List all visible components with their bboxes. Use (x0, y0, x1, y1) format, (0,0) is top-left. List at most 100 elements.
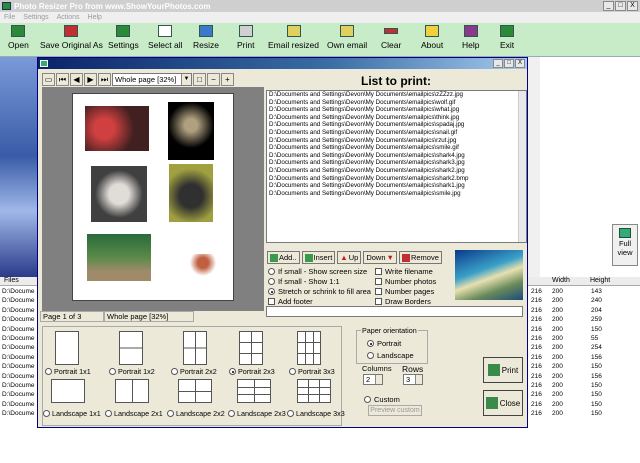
list-item[interactable]: D:\Documents and Settings\Devon\My Docum… (267, 159, 526, 167)
radio-portrait-2x2[interactable]: Portrait 2x2 (171, 367, 217, 376)
minimize-button[interactable]: _ (603, 1, 614, 11)
radio-landscape-2x1[interactable]: Landscape 2x1 (105, 409, 163, 418)
option-number-photos[interactable]: Number photos (375, 277, 436, 286)
radio-landscape-2x2-dot[interactable] (167, 410, 174, 417)
table-row[interactable]: D:\Docume (2, 390, 35, 399)
dialog-minimize-button[interactable]: _ (493, 59, 503, 68)
open-button[interactable]: Open (8, 25, 29, 50)
list-item[interactable]: D:\Documents and Settings\Devon\My Docum… (267, 99, 526, 107)
remove-button[interactable]: Remove (398, 251, 442, 264)
zoom-select[interactable]: Whole page [32%] ▼ (112, 72, 192, 86)
radio-orientation-portrait[interactable] (367, 340, 374, 347)
radio-show-1to1[interactable] (268, 278, 275, 285)
table-row[interactable]: D:\Docume (2, 334, 35, 343)
option-show-screen-size[interactable]: If small - Show screen size (268, 267, 367, 276)
table-row[interactable]: D:\Docume (2, 315, 35, 324)
add-button[interactable]: Add.. (267, 251, 300, 264)
layout-preview-portrait-1x2[interactable] (119, 331, 143, 365)
checkbox-number-photos[interactable] (375, 278, 382, 285)
list-item[interactable]: D:\Documents and Settings\Devon\My Docum… (267, 91, 526, 99)
layout-preview-landscape-2x2[interactable] (178, 379, 212, 403)
option-draw-borders[interactable]: Draw Borders (375, 297, 431, 306)
email-resized-button[interactable]: Email resized (268, 25, 319, 50)
own-email-button[interactable]: Own email (327, 25, 367, 50)
whole-page-icon[interactable]: □ (193, 72, 206, 86)
list-item[interactable]: D:\Documents and Settings\Devon\My Docum… (267, 175, 526, 183)
layout-preview-landscape-1x1[interactable] (51, 379, 85, 403)
rows-spinner[interactable]: 3 (403, 374, 423, 385)
radio-landscape-2x1-dot[interactable] (105, 410, 112, 417)
table-row[interactable]: D:\Docume (2, 287, 35, 296)
radio-landscape-1x1[interactable]: Landscape 1x1 (43, 409, 101, 418)
layout-preview-portrait-1x1[interactable] (55, 331, 79, 365)
resize-button[interactable]: Resize (193, 25, 219, 50)
dialog-close-button[interactable]: X (515, 59, 525, 68)
option-stretch[interactable]: Stretch or schrink to fill area (268, 287, 371, 296)
radio-portrait-2x3-dot[interactable] (229, 368, 236, 375)
radio-custom[interactable] (364, 396, 371, 403)
table-row[interactable]: D:\Docume (2, 343, 35, 352)
maximize-button[interactable]: □ (615, 1, 626, 11)
print-list[interactable]: D:\Documents and Settings\Devon\My Docum… (266, 90, 527, 243)
orientation-portrait[interactable]: Portrait (367, 339, 401, 348)
print-dialog-close-button[interactable]: Close (483, 390, 523, 416)
select-all-button[interactable]: Select all (148, 25, 183, 50)
list-scrollbar[interactable] (518, 91, 526, 242)
list-item[interactable]: D:\Documents and Settings\Devon\My Docum… (267, 182, 526, 190)
layout-preview-landscape-3x3[interactable] (297, 379, 331, 403)
files-col-header[interactable]: Files (4, 277, 19, 284)
table-row[interactable]: D:\Docume (2, 381, 35, 390)
radio-portrait-1x1[interactable]: Portrait 1x1 (45, 367, 91, 376)
table-row[interactable]: D:\Docume (2, 325, 35, 334)
radio-landscape-3x3-dot[interactable] (287, 410, 294, 417)
layout-preview-portrait-2x2[interactable] (183, 331, 207, 365)
option-write-filename[interactable]: Write filename (375, 267, 433, 276)
radio-portrait-1x2-dot[interactable] (109, 368, 116, 375)
settings-button[interactable]: Settings (108, 25, 139, 50)
menu-settings[interactable]: Settings (23, 14, 48, 21)
radio-portrait-1x2[interactable]: Portrait 1x2 (109, 367, 155, 376)
up-button[interactable]: ▲ Up (337, 251, 362, 264)
list-item[interactable]: D:\Documents and Settings\Devon\My Docum… (267, 129, 526, 137)
print-preview-area[interactable] (42, 87, 264, 311)
radio-portrait-3x3-dot[interactable] (289, 368, 296, 375)
close-button[interactable]: X (627, 1, 638, 11)
orientation-landscape[interactable]: Landscape (367, 351, 414, 360)
table-row[interactable]: D:\Docume (2, 372, 35, 381)
list-item[interactable]: D:\Documents and Settings\Devon\My Docum… (267, 144, 526, 152)
list-item[interactable]: D:\Documents and Settings\Devon\My Docum… (267, 190, 526, 198)
print-dialog-print-button[interactable]: Print (483, 357, 523, 383)
radio-portrait-2x2-dot[interactable] (171, 368, 178, 375)
help-button[interactable]: Help (462, 25, 479, 50)
radio-landscape-2x3-dot[interactable] (228, 410, 235, 417)
radio-portrait-3x3[interactable]: Portrait 3x3 (289, 367, 335, 376)
menu-actions[interactable]: Actions (57, 14, 80, 21)
columns-spinner[interactable]: 2 (363, 374, 383, 385)
radio-portrait-2x3[interactable]: Portrait 2x3 (229, 367, 275, 376)
list-item[interactable]: D:\Documents and Settings\Devon\My Docum… (267, 114, 526, 122)
list-item[interactable]: D:\Documents and Settings\Devon\My Docum… (267, 106, 526, 114)
layout-preview-portrait-2x3[interactable] (239, 331, 263, 365)
custom-layout-option[interactable]: Custom (364, 395, 400, 404)
exit-button[interactable]: Exit (500, 25, 514, 50)
zoom-in-icon[interactable]: + (221, 72, 234, 86)
about-button[interactable]: About (421, 25, 443, 50)
dialog-maximize-button[interactable]: □ (504, 59, 514, 68)
layout-preview-portrait-3x3[interactable] (297, 331, 321, 365)
layout-preview-landscape-2x3[interactable] (237, 379, 271, 403)
radio-orientation-landscape[interactable] (367, 352, 374, 359)
save-original-button[interactable]: Save Original As (40, 25, 103, 50)
table-row[interactable]: D:\Docume (2, 306, 35, 315)
table-row[interactable]: D:\Docume (2, 296, 35, 305)
radio-show-screen[interactable] (268, 268, 275, 275)
layout-preview-landscape-2x1[interactable] (115, 379, 149, 403)
full-view-button[interactable]: Full view (612, 224, 638, 266)
table-row[interactable]: D:\Docume (2, 353, 35, 362)
checkbox-draw-borders[interactable] (375, 298, 382, 305)
width-col-header[interactable]: Width (552, 277, 570, 284)
list-item[interactable]: D:\Documents and Settings\Devon\My Docum… (267, 152, 526, 160)
last-page-icon[interactable]: ⏭ (98, 72, 111, 86)
list-item[interactable]: D:\Documents and Settings\Devon\My Docum… (267, 167, 526, 175)
next-page-icon[interactable]: ▶ (84, 72, 97, 86)
menu-file[interactable]: File (4, 14, 15, 21)
